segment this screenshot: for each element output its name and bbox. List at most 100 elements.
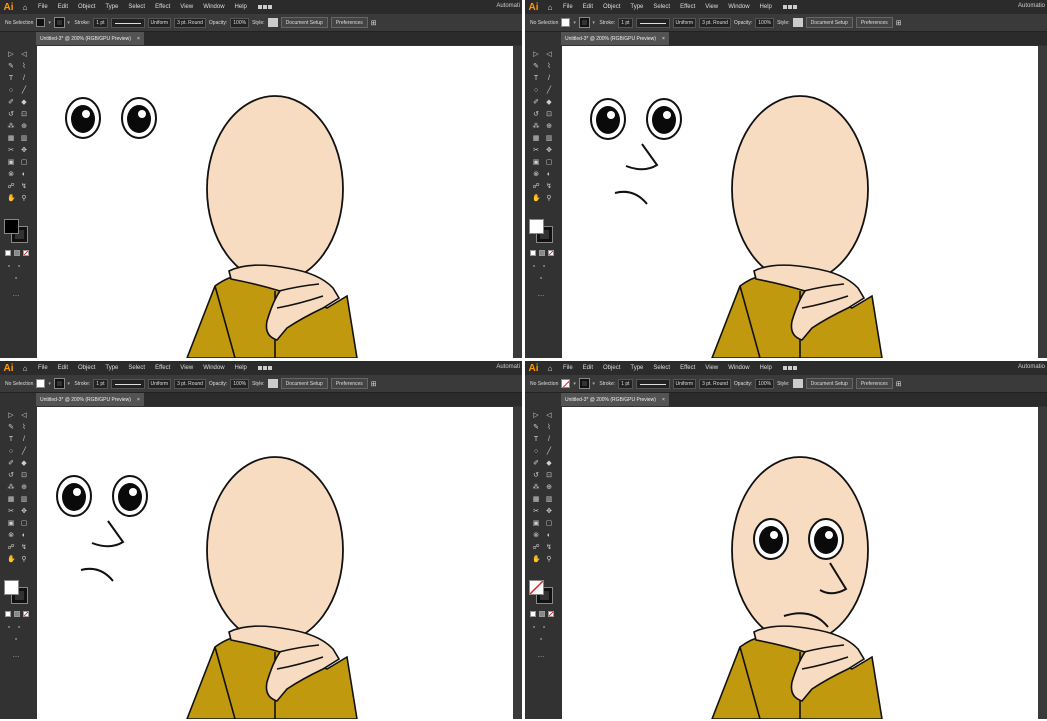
tool-icon[interactable]: ✂ [532, 508, 540, 516]
tool-icon[interactable]: T [7, 75, 15, 83]
tool-icon[interactable]: ⊡ [545, 472, 553, 480]
tool-icon[interactable]: ◐ [545, 171, 553, 179]
fill-color-icon[interactable] [529, 580, 544, 595]
none-mode-icon[interactable] [548, 611, 554, 617]
more-tools-icon[interactable]: … [12, 652, 20, 660]
tool-icon[interactable]: ◆ [20, 460, 28, 468]
tool-icon[interactable]: ◆ [20, 99, 28, 107]
draw-mode-icon[interactable]: ▫ [5, 263, 13, 271]
tool-icon[interactable]: ○ [7, 87, 15, 95]
workspace-switcher[interactable]: Automati [496, 364, 520, 370]
tool-icon[interactable]: ⊡ [545, 111, 553, 119]
menu-window[interactable]: Window [198, 4, 229, 10]
tool-icon[interactable]: ╱ [20, 87, 28, 95]
fill-color-icon[interactable] [4, 219, 19, 234]
workspace-switcher[interactable]: Automati [496, 3, 520, 9]
color-mode-icon[interactable] [530, 250, 536, 256]
tool-icon[interactable]: ╱ [545, 87, 553, 95]
gradient-mode-icon[interactable] [14, 250, 20, 256]
tool-icon[interactable]: ▣ [532, 159, 540, 167]
menu-file[interactable]: File [558, 365, 578, 371]
stroke-weight-field[interactable]: 1 pt [618, 17, 633, 28]
more-tools-icon[interactable]: … [537, 652, 545, 660]
tool-icon[interactable]: ↺ [532, 472, 540, 480]
tool-icon[interactable]: ⊕ [545, 123, 553, 131]
none-mode-icon[interactable] [23, 611, 29, 617]
stroke-weight-field[interactable]: 1 pt [618, 378, 633, 389]
tool-icon[interactable]: ▷ [7, 412, 15, 420]
tool-icon[interactable]: ╱ [545, 448, 553, 456]
variable-width-preview[interactable] [110, 17, 145, 28]
tool-icon[interactable]: ⊗ [532, 171, 540, 179]
tool-icon[interactable]: ✐ [7, 99, 15, 107]
artboard[interactable] [562, 46, 1038, 358]
tool-icon[interactable]: ○ [7, 448, 15, 456]
menu-type[interactable]: Type [625, 365, 648, 371]
menu-select[interactable]: Select [123, 4, 150, 10]
tool-icon[interactable]: ⚲ [20, 195, 28, 203]
opacity-field[interactable]: 100% [755, 378, 775, 389]
tool-icon[interactable]: ✂ [532, 147, 540, 155]
tool-icon[interactable]: ⁂ [532, 123, 540, 131]
tool-icon[interactable]: ⊕ [545, 484, 553, 492]
menu-type[interactable]: Type [100, 4, 123, 10]
color-mode-icon[interactable] [5, 250, 11, 256]
tool-icon[interactable]: ↺ [532, 111, 540, 119]
tool-icon[interactable]: ↺ [7, 472, 15, 480]
preferences-button[interactable]: Preferences [855, 378, 893, 389]
tool-icon[interactable]: ✋ [532, 195, 541, 203]
tool-icon[interactable]: ✎ [7, 63, 15, 71]
menu-edit[interactable]: Edit [578, 4, 598, 10]
brush-select[interactable]: 3 pt. Round [699, 378, 731, 389]
home-icon[interactable]: ⌂ [542, 3, 558, 12]
tool-icon[interactable]: ⚲ [20, 556, 28, 564]
menu-effect[interactable]: Effect [675, 365, 700, 371]
stroke-swatch[interactable] [54, 378, 66, 389]
chevron-down-icon[interactable]: ▾ [67, 20, 71, 26]
tool-icon[interactable]: ⊕ [20, 123, 28, 131]
document-tab[interactable]: Untitled-3* @ 200% (RGB/GPU Preview) × [561, 393, 669, 406]
tool-icon[interactable]: ╱ [20, 448, 28, 456]
tool-icon[interactable]: ✋ [532, 556, 541, 564]
tool-icon[interactable]: ⌇ [545, 63, 553, 71]
align-icon[interactable]: ⊞ [896, 380, 902, 388]
tool-icon[interactable]: ⚲ [545, 556, 553, 564]
tool-icon[interactable]: ◆ [545, 460, 553, 468]
profile-select[interactable]: Uniform [147, 378, 172, 389]
change-screen-mode-icon[interactable]: ▫ [12, 275, 20, 283]
tool-icon[interactable]: ⊗ [532, 532, 540, 540]
tool-icon[interactable]: ◁ [20, 51, 28, 59]
vertical-scrollbar[interactable] [513, 46, 522, 358]
arrange-documents-icon[interactable] [257, 366, 272, 370]
arrange-documents-icon[interactable] [782, 366, 797, 370]
tool-icon[interactable]: ◆ [545, 99, 553, 107]
tool-icon[interactable]: ☍ [532, 183, 540, 191]
tool-icon[interactable]: ☍ [532, 544, 540, 552]
tool-icon[interactable]: ◐ [20, 171, 28, 179]
color-mode-icon[interactable] [5, 611, 11, 617]
align-icon[interactable]: ⊞ [371, 19, 377, 27]
tool-icon[interactable]: ✥ [20, 508, 28, 516]
tool-icon[interactable]: ⊡ [20, 111, 28, 119]
tool-icon[interactable]: / [545, 75, 553, 83]
screen-mode-icon[interactable]: ▫ [540, 263, 548, 271]
style-swatch[interactable] [792, 18, 803, 27]
none-mode-icon[interactable] [23, 250, 29, 256]
tool-icon[interactable]: ✋ [7, 556, 16, 564]
tool-icon[interactable]: ⊗ [7, 532, 15, 540]
chevron-down-icon[interactable]: ▾ [48, 20, 52, 26]
menu-file[interactable]: File [33, 365, 53, 371]
tool-icon[interactable]: T [532, 436, 540, 444]
fill-color-icon[interactable] [4, 580, 19, 595]
tool-icon[interactable]: ▥ [545, 496, 553, 504]
tool-icon[interactable]: ↯ [20, 183, 28, 191]
menu-help[interactable]: Help [755, 365, 777, 371]
menu-window[interactable]: Window [198, 365, 229, 371]
brush-select[interactable]: 3 pt. Round [699, 17, 731, 28]
home-icon[interactable]: ⌂ [17, 3, 33, 12]
menu-type[interactable]: Type [625, 4, 648, 10]
tool-icon[interactable]: ▦ [532, 496, 540, 504]
tool-icon[interactable]: ▷ [7, 51, 15, 59]
menu-view[interactable]: View [175, 365, 198, 371]
artboard[interactable] [37, 407, 513, 719]
